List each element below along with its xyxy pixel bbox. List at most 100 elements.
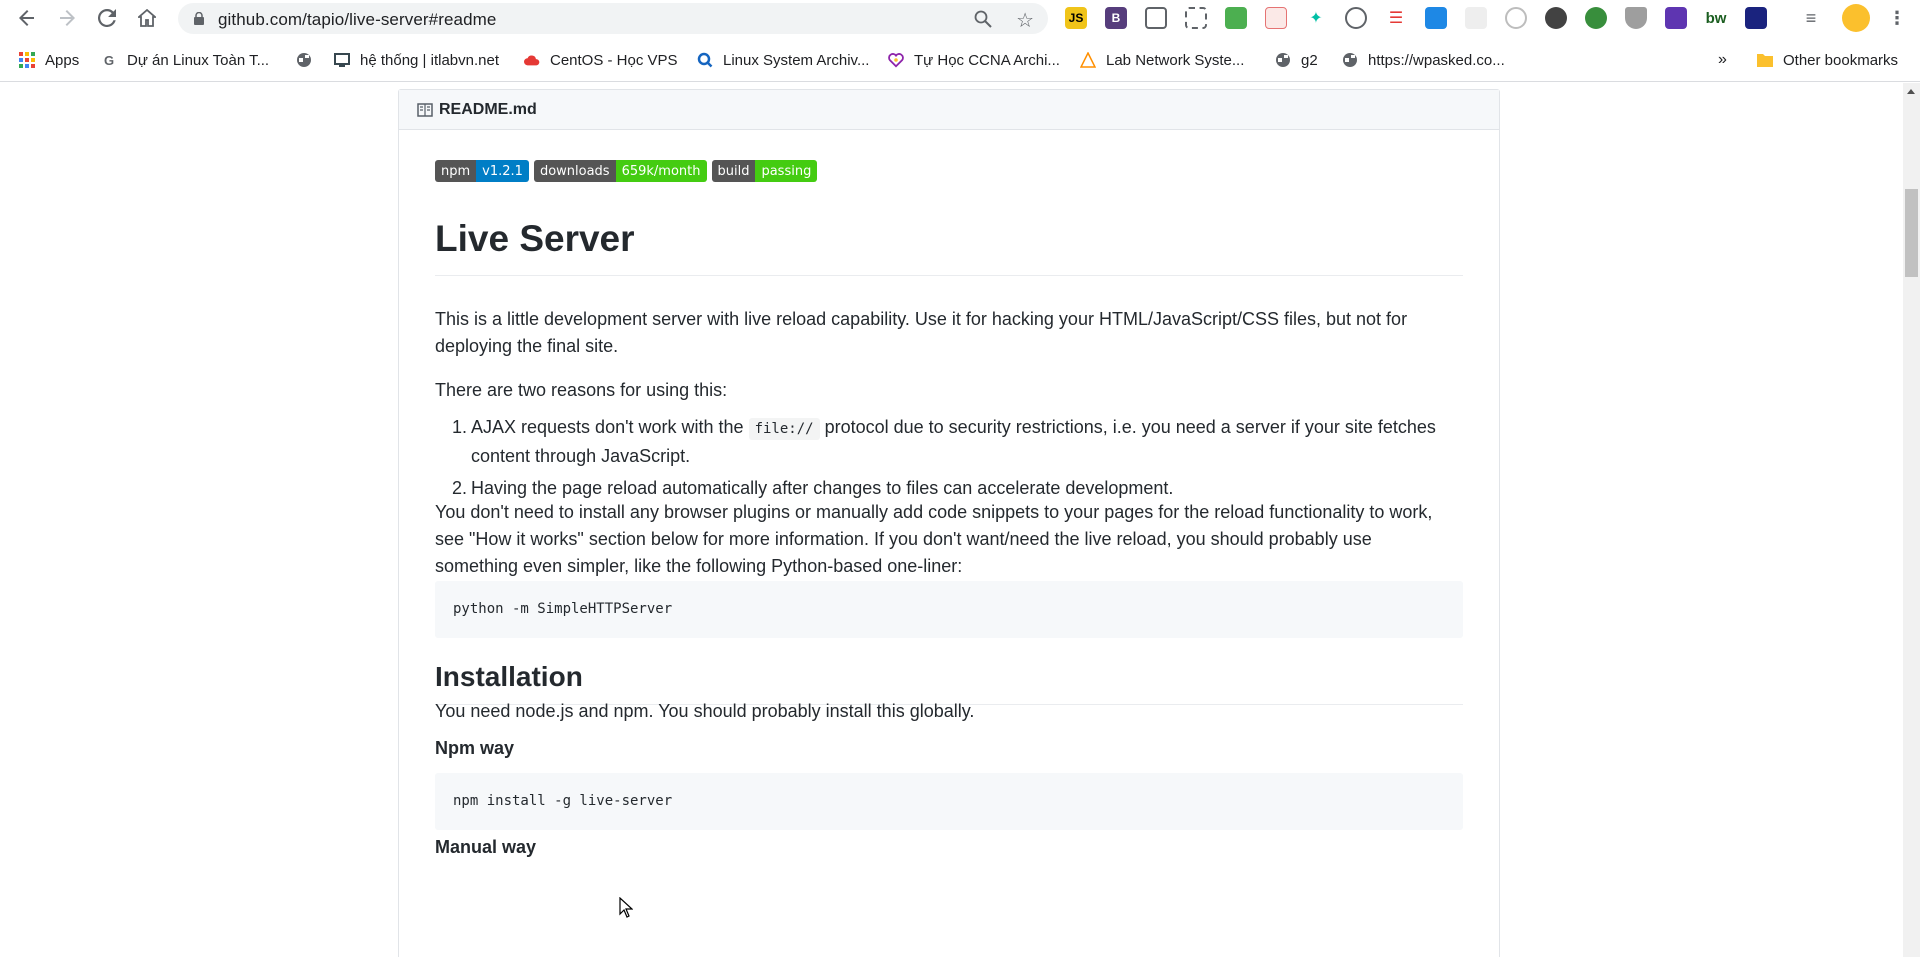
bw-icon[interactable]: bw	[1705, 7, 1727, 29]
globe-icon	[1342, 52, 1358, 68]
lines-icon[interactable]: ☰	[1385, 7, 1407, 29]
page-content: README.md npm v1.2.1 downloads 659k/mont…	[0, 83, 1920, 957]
bookmarks-overflow-button[interactable]: »	[1718, 49, 1727, 71]
code-block-python: python -m SimpleHTTPServer	[435, 581, 1463, 638]
globe-icon	[296, 52, 312, 68]
screen-icon[interactable]	[1745, 7, 1767, 29]
no-plugins-paragraph: You don't need to install any browser pl…	[435, 499, 1463, 580]
page-title: Live Server	[435, 216, 1463, 277]
zoom-icon[interactable]	[974, 10, 992, 33]
book-icon	[417, 102, 433, 117]
downloads-badge[interactable]: downloads 659k/month	[533, 160, 707, 182]
folder-icon	[1757, 52, 1773, 68]
page-scrollbar[interactable]	[1903, 83, 1920, 957]
browser-toolbar: github.com/tapio/live-server#readme ☆ JS…	[0, 0, 1920, 37]
bookmark-label: Linux System Archiv...	[723, 51, 870, 69]
bookmark-centos[interactable]: CentOS - Học VPS	[524, 49, 678, 71]
home-icon[interactable]	[135, 6, 159, 30]
paragraph-line: something even simpler, like the followi…	[435, 556, 963, 576]
reasons-list: 1. AJAX requests don't work with the fil…	[435, 414, 1463, 502]
screenshot-icon[interactable]	[1185, 7, 1207, 29]
globe-ext-icon[interactable]	[1585, 7, 1607, 29]
bookmark-apps[interactable]: Apps	[19, 49, 79, 71]
badge-label: npm	[435, 160, 477, 182]
bookmark-globe[interactable]	[296, 49, 322, 71]
globe-icon	[1275, 52, 1291, 68]
menu-icon[interactable]: ⋮	[1886, 7, 1908, 29]
bookmark-label: https://wpasked.co...	[1368, 51, 1505, 69]
bookmark-label: CentOS - Học VPS	[550, 51, 678, 69]
intro-line: deploying the final site.	[435, 336, 619, 356]
code-block-npm: npm install -g live-server	[435, 773, 1463, 830]
box-icon[interactable]	[1665, 7, 1687, 29]
avatar-icon[interactable]	[1842, 4, 1870, 32]
bookmark-label: g2	[1301, 51, 1318, 69]
scrollbar-thumb[interactable]	[1905, 189, 1918, 277]
g-icon: G	[103, 52, 115, 68]
bookmark-itlabvn[interactable]: hệ thống | itlabvn.net	[334, 49, 499, 71]
badge-value: 659k/month	[615, 160, 707, 182]
readme-header: README.md	[399, 90, 1499, 130]
badges: npm v1.2.1 downloads 659k/month build pa…	[435, 160, 1463, 182]
badge-label: build	[711, 160, 756, 182]
heart-icon	[888, 52, 904, 68]
manual-way-heading: Manual way	[435, 837, 537, 857]
reason-text: AJAX requests don't work with the	[471, 417, 749, 437]
back-icon[interactable]	[15, 6, 39, 30]
list-item: 2. Having the page reload automatically …	[435, 475, 1463, 502]
bookmark-wpasked[interactable]: https://wpasked.co...	[1342, 49, 1505, 71]
bookmark-linux-system[interactable]: Linux System Archiv...	[697, 49, 869, 71]
bookmark-label: Apps	[45, 51, 80, 69]
bookmark-label: Dự án Linux Toàn T...	[127, 51, 270, 69]
bookmark-label: hệ thống | itlabvn.net	[360, 51, 499, 69]
install-paragraph: You need node.js and npm. You should pro…	[435, 701, 975, 721]
intro-line: This is a little development server with…	[435, 309, 1408, 329]
lock-icon	[194, 12, 204, 25]
blank-icon[interactable]	[1465, 7, 1487, 29]
paragraph-line: You don't need to install any browser pl…	[435, 502, 1433, 522]
bookmark-star-icon[interactable]: ☆	[1016, 8, 1034, 33]
intro-paragraph: This is a little development server with…	[435, 306, 1463, 360]
dropbox-icon[interactable]	[1425, 7, 1447, 29]
other-bookmarks[interactable]: Other bookmarks	[1757, 49, 1898, 71]
npm-badge[interactable]: npm v1.2.1	[435, 160, 529, 182]
build-badge[interactable]: build passing	[711, 160, 818, 182]
scroll-up-arrow-icon[interactable]	[1907, 89, 1915, 94]
moon-icon[interactable]	[1545, 7, 1567, 29]
forward-icon[interactable]	[55, 6, 79, 30]
cloud-icon	[524, 52, 540, 68]
bookmark-ccna[interactable]: Tự Học CCNA Archi...	[888, 49, 1060, 71]
js-icon[interactable]: JS	[1065, 7, 1087, 29]
eye-icon[interactable]	[1505, 7, 1527, 29]
calendar-icon[interactable]	[1265, 7, 1287, 29]
apps-grid-icon	[19, 52, 35, 68]
bookmark-du-an-linux[interactable]: G Dự án Linux Toàn T...	[101, 49, 269, 71]
bookmark-label: Tự Học CCNA Archi...	[914, 51, 1060, 69]
badge-value: v1.2.1	[476, 160, 529, 182]
bookmark-label: Other bookmarks	[1783, 51, 1899, 69]
badge-value: passing	[755, 160, 818, 182]
bootstrap-icon[interactable]: B	[1105, 7, 1127, 29]
inline-code: file://	[748, 418, 820, 440]
markdown-body: npm v1.2.1 downloads 659k/month build pa…	[435, 160, 1463, 857]
bookmark-label: Lab Network Syste...	[1106, 51, 1245, 69]
inbox-icon[interactable]	[1225, 7, 1247, 29]
bookmark-g2[interactable]: g2	[1275, 49, 1318, 71]
readme-filename: README.md	[439, 100, 537, 118]
readme-container: README.md npm v1.2.1 downloads 659k/mont…	[398, 89, 1500, 957]
shield-icon[interactable]	[1625, 7, 1647, 29]
address-bar[interactable]: github.com/tapio/live-server#readme ☆	[178, 3, 1048, 34]
npm-way-heading: Npm way	[435, 738, 515, 758]
search-icon	[697, 52, 713, 68]
monitor-icon	[334, 52, 350, 68]
triangle-icon	[1080, 52, 1096, 68]
grammar-icon[interactable]	[1345, 7, 1367, 29]
bookmarks-bar: Apps G Dự án Linux Toàn T... hệ thống | …	[0, 37, 1920, 82]
barcode-icon[interactable]	[1145, 7, 1167, 29]
bookmark-lab-network[interactable]: Lab Network Syste...	[1080, 49, 1244, 71]
reason-text: content through JavaScript.	[471, 446, 691, 466]
reload-icon[interactable]	[95, 6, 119, 30]
hummingbird-icon[interactable]: ✦	[1305, 7, 1327, 29]
media-icon[interactable]: ≡	[1800, 7, 1822, 29]
reason-text: protocol due to security restrictions, i…	[819, 417, 1436, 437]
